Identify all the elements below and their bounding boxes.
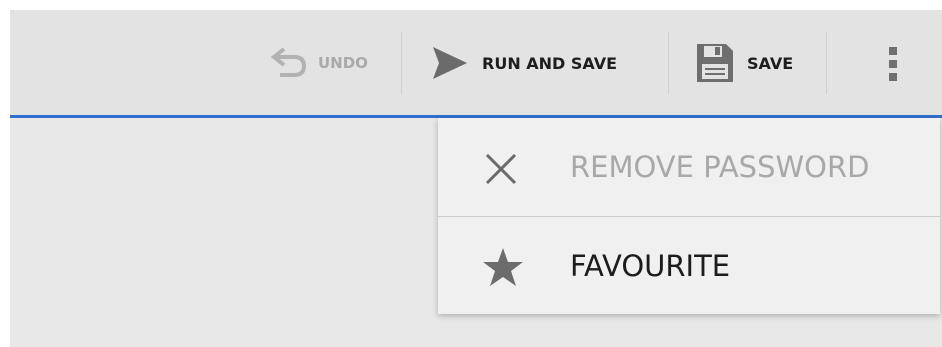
action-divider <box>668 32 669 94</box>
app-screen: UNDO RUN AND SAVE SAVE REMOVE PASSWORD F… <box>10 10 942 347</box>
floppy-disk-icon <box>695 42 735 84</box>
star-icon <box>482 247 524 287</box>
menu-item-remove-password[interactable]: REMOVE PASSWORD <box>438 118 940 216</box>
close-icon <box>484 152 518 186</box>
play-arrow-icon <box>430 45 470 81</box>
menu-item-label: REMOVE PASSWORD <box>570 150 870 184</box>
run-and-save-button[interactable]: RUN AND SAVE <box>430 38 617 88</box>
overflow-menu-button[interactable] <box>878 42 908 86</box>
more-vertical-icon <box>888 44 898 84</box>
undo-icon <box>268 45 310 81</box>
action-divider <box>826 32 827 94</box>
action-bar: UNDO RUN AND SAVE SAVE <box>10 10 942 115</box>
run-and-save-label: RUN AND SAVE <box>482 53 618 73</box>
action-divider <box>401 32 402 94</box>
overflow-menu: REMOVE PASSWORD FAVOURITE <box>438 118 940 314</box>
menu-item-favourite[interactable]: FAVOURITE <box>438 217 940 315</box>
save-label: SAVE <box>747 53 794 73</box>
undo-button[interactable]: UNDO <box>268 38 368 88</box>
undo-label: UNDO <box>318 54 368 72</box>
menu-item-label: FAVOURITE <box>570 249 731 283</box>
save-button[interactable]: SAVE <box>695 38 793 88</box>
